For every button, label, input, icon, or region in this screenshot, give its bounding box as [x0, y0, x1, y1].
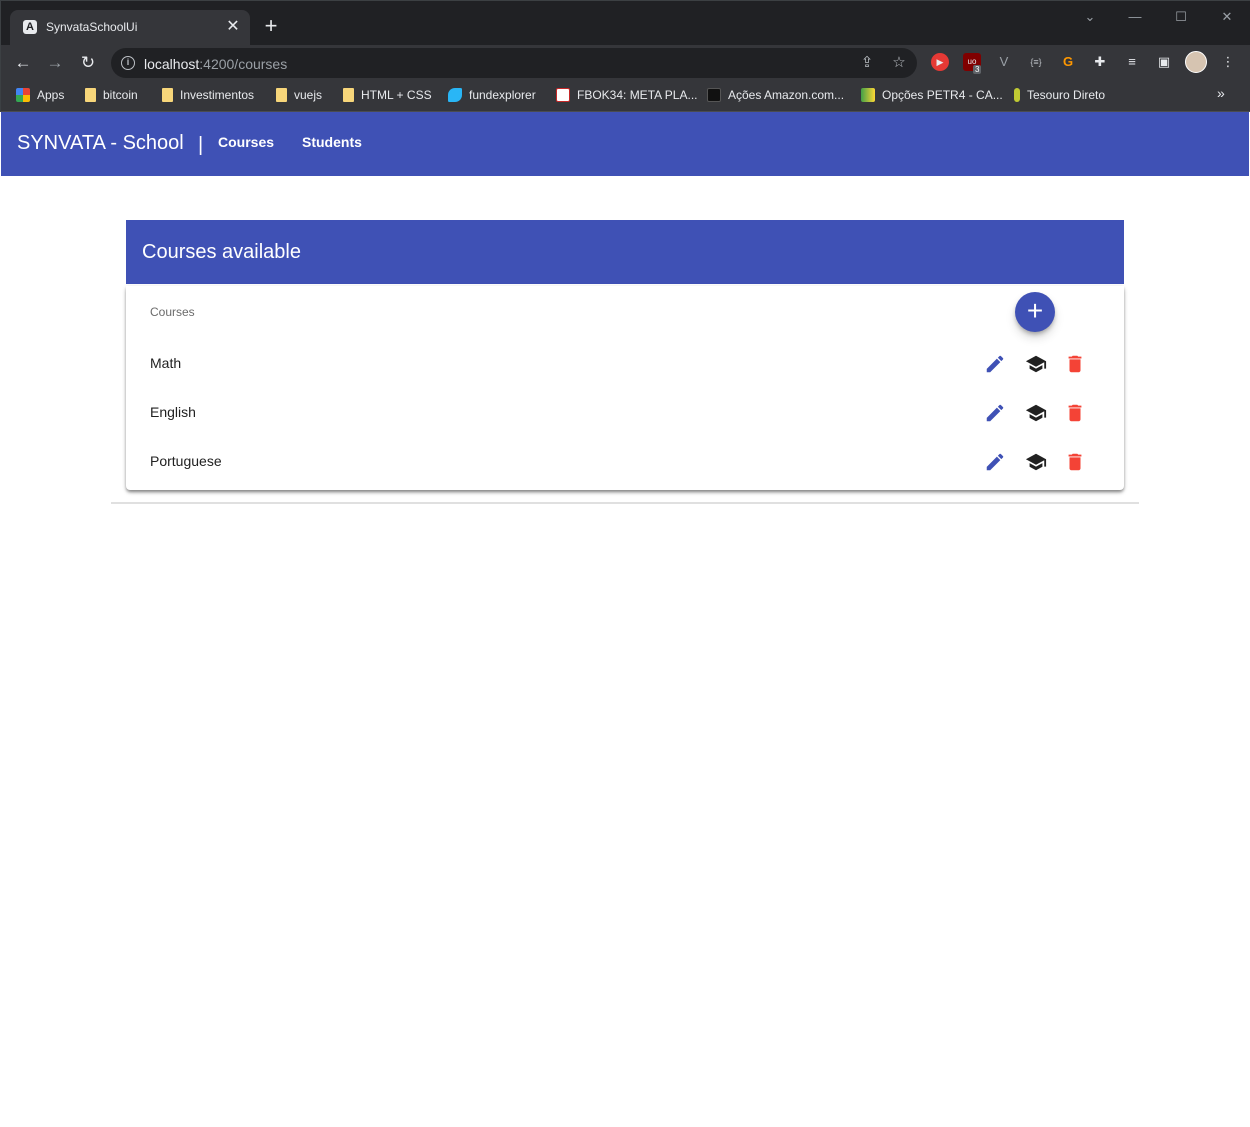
- course-name: English: [150, 404, 196, 420]
- folder-icon: [343, 88, 354, 102]
- profile-avatar[interactable]: [1185, 51, 1207, 73]
- url-text[interactable]: localhost:4200/courses: [144, 56, 287, 72]
- table-row: Math: [126, 340, 1124, 389]
- trash-icon: [1068, 453, 1082, 471]
- edit-course-button[interactable]: [981, 448, 1009, 476]
- browser-menu-icon[interactable]: ⋮: [1219, 53, 1237, 71]
- angular-favicon-icon: A: [23, 20, 37, 34]
- site-info-icon[interactable]: i: [121, 56, 135, 70]
- table-row: Portuguese: [126, 438, 1124, 487]
- delete-course-button[interactable]: [1061, 399, 1089, 427]
- tab-title: SynvataSchoolUi: [46, 20, 138, 34]
- close-window-icon[interactable]: ✕: [1215, 7, 1239, 27]
- bookmark-bitcoin[interactable]: bitcoin: [85, 86, 138, 104]
- folder-icon: [85, 88, 96, 102]
- side-panel-icon[interactable]: ▣: [1155, 53, 1173, 71]
- page-title: Courses available: [142, 241, 301, 263]
- delete-course-button[interactable]: [1061, 448, 1089, 476]
- grammarly-extension-icon[interactable]: G: [1059, 53, 1077, 71]
- pencil-icon: [986, 453, 1004, 471]
- bookmark-petr4[interactable]: Opções PETR4 - CA...: [861, 86, 1003, 104]
- youtube-extension-icon[interactable]: ▶: [931, 53, 949, 71]
- folder-icon: [276, 88, 287, 102]
- apps-grid-icon: [16, 88, 30, 102]
- vue-devtools-icon[interactable]: V: [995, 53, 1013, 71]
- tab-search-chevron-icon[interactable]: ⌄: [1078, 7, 1102, 27]
- course-name: Math: [150, 355, 182, 371]
- reload-icon[interactable]: ↻: [76, 51, 100, 75]
- pencil-icon: [986, 404, 1004, 422]
- edit-course-button[interactable]: [981, 399, 1009, 427]
- plus-icon: +: [1026, 295, 1044, 326]
- json-extension-icon[interactable]: {≡}: [1027, 53, 1045, 71]
- bookmark-investimentos[interactable]: Investimentos: [162, 86, 254, 104]
- bookmark-fbok34[interactable]: FBOK34: META PLA...: [556, 86, 698, 104]
- investing-icon: [707, 88, 721, 102]
- course-name: Portuguese: [150, 453, 222, 469]
- courses-column-header: Courses: [150, 305, 195, 319]
- nav-students-link[interactable]: Students: [302, 134, 362, 150]
- browser-toolbar: ← → ↻ i localhost:4200/courses ⇪ ☆ ▶ uo …: [1, 45, 1250, 79]
- bookmark-vuejs[interactable]: vuejs: [276, 86, 322, 104]
- graduation-cap-icon: [1025, 355, 1047, 373]
- enroll-course-button[interactable]: [1022, 399, 1050, 427]
- extensions-puzzle-icon[interactable]: ✚: [1091, 53, 1109, 71]
- bookmarks-overflow-icon[interactable]: »: [1217, 85, 1225, 101]
- statusinvest-icon: [556, 88, 570, 102]
- delete-course-button[interactable]: [1061, 350, 1089, 378]
- pencil-icon: [986, 355, 1004, 373]
- maximize-icon[interactable]: ☐: [1169, 7, 1193, 27]
- enroll-course-button[interactable]: [1022, 350, 1050, 378]
- app-brand[interactable]: SYNVATA - School: [17, 132, 184, 155]
- table-row: English: [126, 389, 1124, 438]
- courses-card-header: Courses available: [126, 220, 1124, 284]
- back-arrow-icon[interactable]: ←: [11, 51, 35, 75]
- trash-icon: [1068, 355, 1082, 373]
- new-tab-icon[interactable]: +: [259, 15, 283, 39]
- bookmark-fundexplorer[interactable]: fundexplorer: [448, 86, 536, 104]
- enroll-course-button[interactable]: [1022, 448, 1050, 476]
- bookmark-amazon[interactable]: Ações Amazon.com...: [707, 86, 844, 104]
- courses-table: Courses + Math English Portuguese: [126, 286, 1124, 490]
- fundexplorer-icon: [448, 88, 462, 102]
- trash-icon: [1068, 404, 1082, 422]
- edit-course-button[interactable]: [981, 350, 1009, 378]
- tab-strip: A SynvataSchoolUi ✕ + ⌄ — ☐ ✕: [1, 1, 1250, 45]
- chart-icon: [861, 88, 875, 102]
- bookmarks-bar: Apps bitcoin Investimentos vuejs HTML + …: [1, 79, 1250, 112]
- nav-courses-link[interactable]: Courses: [218, 134, 274, 150]
- browser-window: A SynvataSchoolUi ✕ + ⌄ — ☐ ✕ ← → ↻ i lo…: [0, 0, 1250, 112]
- graduation-cap-icon: [1025, 453, 1047, 471]
- bookmark-apps[interactable]: Apps: [16, 86, 64, 104]
- address-bar[interactable]: i localhost:4200/courses ⇪ ☆: [111, 48, 917, 78]
- extension-badge: 3: [973, 65, 982, 74]
- bookmark-star-icon[interactable]: ☆: [890, 54, 908, 72]
- add-course-button[interactable]: +: [1015, 292, 1055, 332]
- share-icon[interactable]: ⇪: [858, 54, 876, 72]
- forward-arrow-icon[interactable]: →: [43, 51, 67, 75]
- tesouro-icon: [1014, 88, 1020, 102]
- browser-tab[interactable]: A SynvataSchoolUi ✕: [10, 10, 250, 45]
- folder-icon: [162, 88, 173, 102]
- content-frame-border: [111, 502, 1139, 504]
- bookmark-tesouro[interactable]: Tesouro Direto: [1014, 86, 1105, 104]
- graduation-cap-icon: [1025, 404, 1047, 422]
- toolbar-divider: |: [198, 134, 204, 156]
- bookmark-html-css[interactable]: HTML + CSS: [343, 86, 432, 104]
- minimize-icon[interactable]: —: [1123, 7, 1147, 27]
- reading-list-icon[interactable]: ≡: [1123, 53, 1141, 71]
- app-toolbar: SYNVATA - School | Courses Students: [1, 112, 1249, 176]
- close-tab-icon[interactable]: ✕: [224, 18, 242, 36]
